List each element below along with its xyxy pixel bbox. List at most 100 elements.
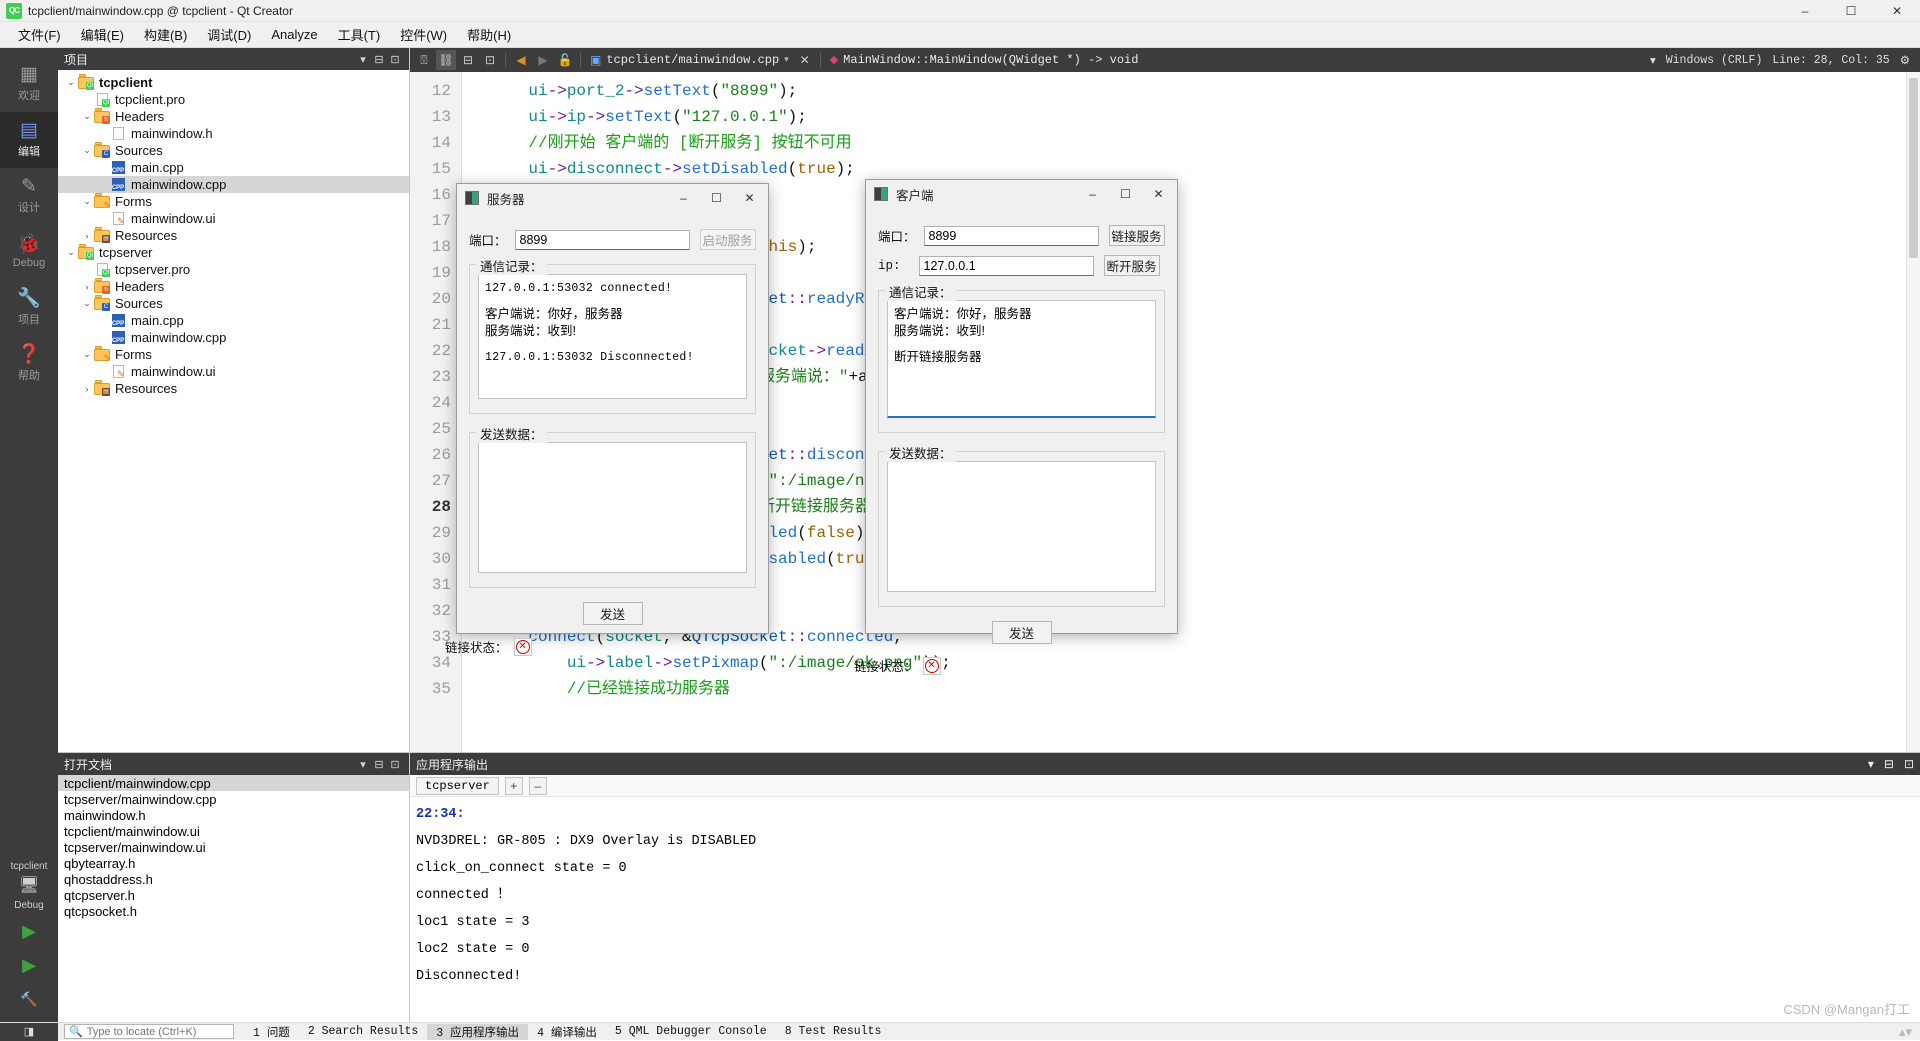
open-document-item[interactable]: tcpclient/mainwindow.ui bbox=[58, 823, 409, 839]
tree-item-mainwindow.ui[interactable]: mainwindow.ui bbox=[58, 210, 409, 227]
server-port-input[interactable]: 8899 bbox=[514, 229, 690, 250]
open-document-item[interactable]: tcpserver/mainwindow.cpp bbox=[58, 791, 409, 807]
statusbar-tab-2[interactable]: 2 Search Results bbox=[299, 1025, 427, 1038]
server-dialog[interactable]: 服务器 – ☐ ✕ 端口： 8899 启动服务 通信记录： 127.0.0.1:… bbox=[445, 183, 769, 656]
menu-analyze[interactable]: Analyze bbox=[261, 24, 327, 45]
code-line[interactable]: ui->disconnect->setDisabled(true); bbox=[490, 156, 1906, 182]
editor-cursor-position[interactable]: Line: 28, Col: 35 bbox=[1772, 54, 1889, 67]
code-line[interactable]: ui->port_2->setText("8899"); bbox=[490, 78, 1906, 104]
tree-item-forms[interactable]: ⌄ ✎ Forms bbox=[58, 346, 409, 363]
tree-item-tcpclient[interactable]: ⌄ Qt tcpclient bbox=[58, 74, 409, 91]
menu-help[interactable]: 帮助(H) bbox=[457, 22, 521, 47]
chevron-down-icon[interactable]: ⌄ bbox=[80, 111, 94, 122]
mode-projects[interactable]: 🔧 项目 bbox=[0, 280, 58, 336]
statusbar-tab-4[interactable]: 4 编译输出 bbox=[528, 1024, 606, 1040]
close-icon[interactable]: ⊡ bbox=[387, 758, 403, 771]
code-line[interactable]: //刚开始 客户端的 [断开服务] 按钮不可用 bbox=[490, 130, 1906, 156]
mode-edit[interactable]: ▤ 编辑 bbox=[0, 112, 58, 168]
menu-tools[interactable]: 工具(T) bbox=[328, 22, 391, 47]
chevron-down-icon[interactable]: ▾ bbox=[1650, 53, 1656, 68]
chevron-down-icon[interactable]: ⌄ bbox=[80, 349, 94, 360]
server-send-button[interactable]: 发送 bbox=[582, 602, 643, 625]
mode-design[interactable]: ✎ 设计 bbox=[0, 168, 58, 224]
build-button[interactable]: 🔨 bbox=[0, 982, 58, 1016]
statusbar-tab-1[interactable]: 1 问题 bbox=[244, 1024, 299, 1040]
open-document-item[interactable]: qtcpsocket.h bbox=[58, 903, 409, 919]
mode-help[interactable]: ❓ 帮助 bbox=[0, 336, 58, 392]
debug-run-button[interactable]: ▶ bbox=[0, 948, 58, 982]
tree-item-sources[interactable]: ⌄ C Sources bbox=[58, 295, 409, 312]
remove-output-button[interactable]: – bbox=[528, 776, 547, 795]
chevron-down-icon[interactable]: ⌄ bbox=[80, 196, 94, 207]
server-send-textarea[interactable] bbox=[478, 442, 747, 573]
editor-encoding[interactable]: Windows (CRLF) bbox=[1666, 54, 1763, 67]
minimize-button[interactable]: – bbox=[1782, 0, 1828, 22]
link-icon[interactable]: ⛓ bbox=[436, 50, 456, 70]
disconnect-service-button[interactable]: 断开服务 bbox=[1103, 255, 1160, 276]
open-document-item[interactable]: mainwindow.h bbox=[58, 807, 409, 823]
menu-edit[interactable]: 编辑(E) bbox=[71, 22, 134, 47]
statusbar-tab-3[interactable]: 3 应用程序输出 bbox=[427, 1023, 529, 1040]
tree-item-resources[interactable]: › ▤ Resources bbox=[58, 227, 409, 244]
server-minimize-button[interactable]: – bbox=[667, 184, 700, 212]
tree-item-forms[interactable]: ⌄ ✎ Forms bbox=[58, 193, 409, 210]
tree-item-mainwindow.cpp[interactable]: CPP mainwindow.cpp bbox=[58, 329, 409, 346]
tree-item-mainwindow.h[interactable]: mainwindow.h bbox=[58, 125, 409, 142]
open-documents-list[interactable]: tcpclient/mainwindow.cpp tcpserver/mainwi… bbox=[58, 775, 409, 1022]
client-maximize-button[interactable]: ☐ bbox=[1109, 180, 1142, 208]
client-dialog[interactable]: 客户端 – ☐ ✕ 端口： 8899 链接服务 ip: 127.0.0.1 断开… bbox=[854, 179, 1178, 675]
editor-scrollbar-thumb[interactable] bbox=[1909, 78, 1918, 258]
tree-item-headers[interactable]: › h Headers bbox=[58, 278, 409, 295]
chevron-down-icon[interactable]: ⌄ bbox=[64, 247, 78, 258]
chevron-down-icon[interactable]: ⌄ bbox=[80, 145, 94, 156]
code-line[interactable]: //已经链接成功服务器 bbox=[490, 676, 1906, 702]
split-icon[interactable]: ⊟ bbox=[371, 53, 387, 66]
tree-item-mainwindow.cpp[interactable]: CPP mainwindow.cpp bbox=[58, 176, 409, 193]
gear-icon[interactable]: ⚙ bbox=[1900, 53, 1910, 68]
server-maximize-button[interactable]: ☐ bbox=[700, 184, 733, 212]
menu-widgets[interactable]: 控件(W) bbox=[390, 22, 457, 47]
statusbar-tab-8[interactable]: 8 Test Results bbox=[776, 1025, 891, 1038]
chevron-down-icon[interactable]: ▾ bbox=[1868, 757, 1874, 771]
menu-debug[interactable]: 调试(D) bbox=[197, 22, 261, 47]
close-split-icon[interactable]: ⊡ bbox=[480, 50, 500, 70]
code-line[interactable]: ui->label->setPixmap(":/image/ok.png")); bbox=[490, 650, 1906, 676]
chevron-down-icon[interactable]: ⌄ bbox=[80, 298, 94, 309]
open-document-item[interactable]: tcpserver/mainwindow.ui bbox=[58, 839, 409, 855]
client-minimize-button[interactable]: – bbox=[1076, 180, 1109, 208]
server-close-button[interactable]: ✕ bbox=[733, 184, 766, 212]
code-line[interactable]: ui->ip->setText("127.0.0.1"); bbox=[490, 104, 1906, 130]
mode-debug[interactable]: 🐞 Debug bbox=[0, 224, 58, 280]
filter-icon[interactable]: ⍔ bbox=[414, 50, 434, 70]
close-icon[interactable]: ⊡ bbox=[387, 53, 403, 66]
open-document-item[interactable]: qhostaddress.h bbox=[58, 871, 409, 887]
tree-item-tcpclient.pro[interactable]: Qt tcpclient.pro bbox=[58, 91, 409, 108]
client-close-button[interactable]: ✕ bbox=[1142, 180, 1175, 208]
open-document-item[interactable]: tcpclient/mainwindow.cpp bbox=[58, 775, 409, 791]
editor-symbol-combo[interactable]: ◆ MainWindow::MainWindow(QWidget *) -> v… bbox=[826, 50, 1143, 70]
open-document-item[interactable]: qbytearray.h bbox=[58, 855, 409, 871]
chevron-right-icon[interactable]: › bbox=[80, 384, 94, 394]
split-icon[interactable]: ⊟ bbox=[1884, 757, 1894, 771]
client-port-input[interactable]: 8899 bbox=[923, 225, 1099, 246]
editor-file-combo[interactable]: ▣ tcpclient/mainwindow.cpp ▾ bbox=[586, 50, 793, 70]
tree-item-mainwindow.ui[interactable]: mainwindow.ui bbox=[58, 363, 409, 380]
navigate-back-button[interactable]: ◀ bbox=[511, 50, 531, 70]
output-text[interactable]: 22:34: NVD3DREL: GR-805 : DX9 Overlay is … bbox=[410, 797, 1920, 1022]
tree-item-tcpserver[interactable]: ⌄ Qt tcpserver bbox=[58, 244, 409, 261]
output-run-tab[interactable]: tcpserver bbox=[416, 776, 499, 795]
chevron-right-icon[interactable]: › bbox=[80, 282, 94, 292]
unlock-icon[interactable]: 🔓 bbox=[555, 50, 575, 70]
statusbar-more-icon[interactable]: ▴▾ bbox=[1899, 1024, 1920, 1040]
chevron-down-icon[interactable]: ▾ bbox=[355, 758, 371, 771]
connect-service-button[interactable]: 链接服务 bbox=[1108, 225, 1165, 246]
split-horizontal-icon[interactable]: ⊟ bbox=[458, 50, 478, 70]
tree-item-main.cpp[interactable]: CPP main.cpp bbox=[58, 312, 409, 329]
tree-item-sources[interactable]: ⌄ C Sources bbox=[58, 142, 409, 159]
client-send-button[interactable]: 发送 bbox=[991, 621, 1052, 644]
client-record-textarea[interactable]: 客户端说：你好，服务器 服务端说：收到! 断开链接服务器 bbox=[887, 300, 1156, 418]
chevron-down-icon[interactable]: ▾ bbox=[355, 53, 371, 66]
close-document-button[interactable]: ✕ bbox=[795, 50, 815, 70]
add-output-button[interactable]: + bbox=[504, 776, 523, 795]
chevron-down-icon[interactable]: ⌄ bbox=[64, 77, 78, 88]
